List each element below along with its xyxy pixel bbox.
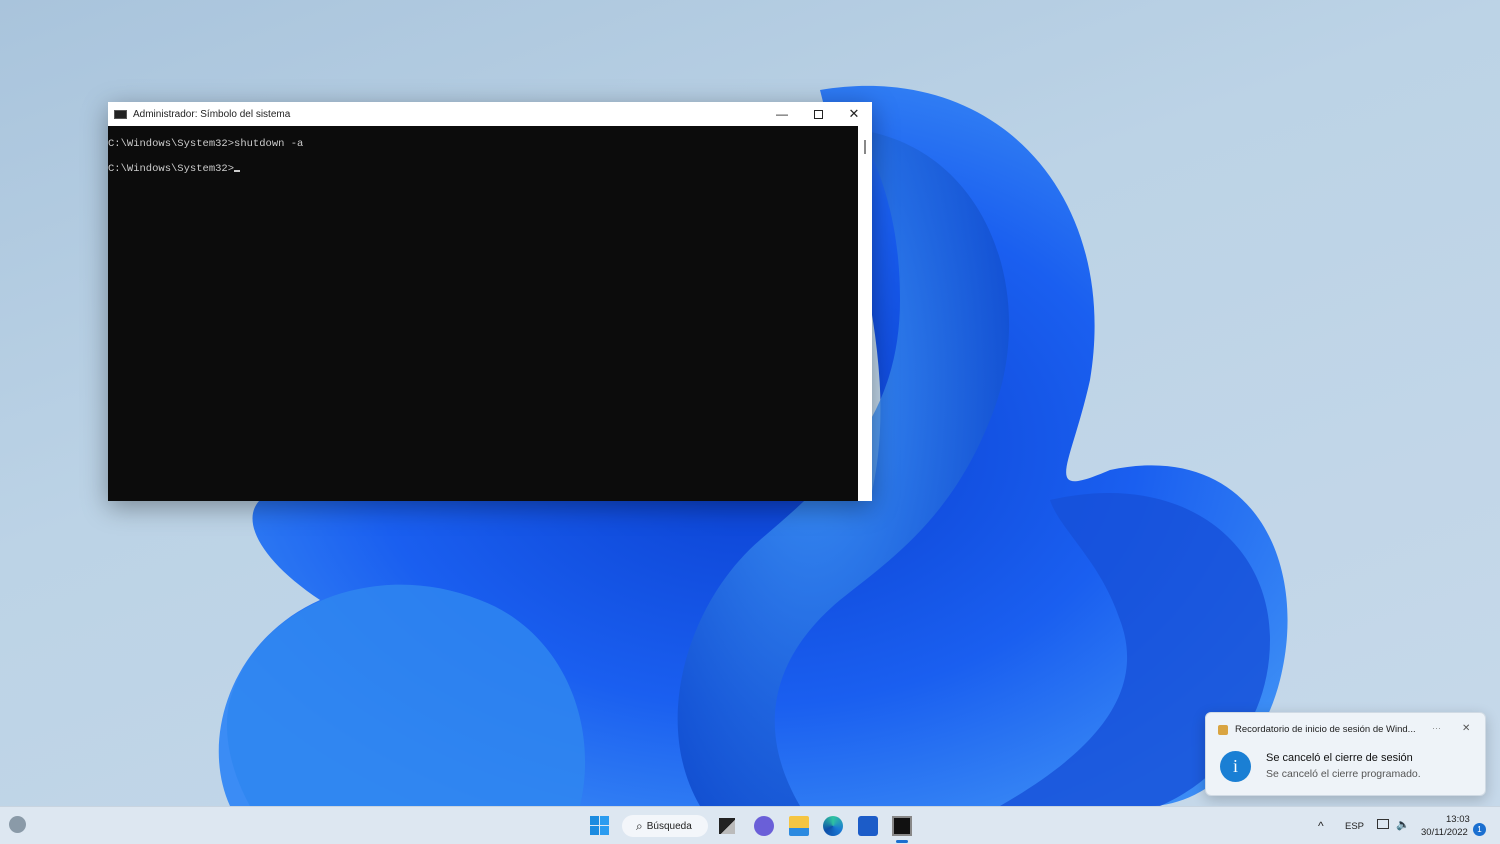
console-prompt: C:\Windows\System32> <box>108 163 235 175</box>
active-app-indicator <box>896 840 908 843</box>
maximize-icon <box>813 109 823 119</box>
search-box[interactable]: ⌕ Búsqueda <box>622 815 708 837</box>
text-cursor <box>234 170 241 172</box>
edge-icon[interactable] <box>823 816 843 836</box>
terminal-icon[interactable] <box>892 816 912 836</box>
clock-date[interactable]: 30/11/2022 <box>1421 827 1468 838</box>
search-icon: ⌕ <box>636 818 643 833</box>
taskbar: ⌕ Búsqueda ^ ESP 🔈 13:03 30/11/2022 1 <box>0 806 1500 844</box>
notification-badge[interactable]: 1 <box>1473 823 1486 836</box>
notification-title: Se canceló el cierre de sesión <box>1266 752 1413 764</box>
console-output[interactable]: C:\Windows\System32>shutdown -a C:\Windo… <box>108 126 858 501</box>
notification-toast[interactable]: Recordatorio de inicio de sesión de Wind… <box>1205 712 1486 796</box>
minimize-icon: — <box>776 107 788 121</box>
widgets-icon[interactable] <box>9 816 26 833</box>
console-line: C:\Windows\System32>shutdown -a <box>108 138 304 150</box>
close-button[interactable]: ✕ <box>836 102 872 126</box>
app-icon <box>1218 725 1228 735</box>
more-options-button[interactable]: ··· <box>1432 723 1441 733</box>
info-icon: i <box>1220 751 1251 782</box>
vertical-scrollbar[interactable] <box>858 126 872 501</box>
maximize-button[interactable] <box>800 102 836 126</box>
cmd-app-icon <box>114 109 127 119</box>
title-bar[interactable]: Administrador: Símbolo del sistema — ✕ <box>108 102 872 126</box>
close-icon: ✕ <box>848 106 860 121</box>
network-icon[interactable] <box>1377 819 1389 829</box>
task-view-icon[interactable] <box>719 818 735 834</box>
minimize-button[interactable]: — <box>764 102 800 126</box>
search-label: Búsqueda <box>646 820 692 832</box>
scrollbar-thumb[interactable] <box>864 140 866 154</box>
notification-body: Se canceló el cierre programado. <box>1266 768 1421 780</box>
close-notification-button[interactable]: ✕ <box>1462 723 1470 734</box>
show-hidden-icons-button[interactable]: ^ <box>1318 819 1324 833</box>
language-indicator[interactable]: ESP <box>1345 821 1364 832</box>
start-button[interactable] <box>590 816 609 835</box>
volume-icon[interactable]: 🔈 <box>1396 818 1410 831</box>
console-prompt-line: C:\Windows\System32> <box>108 163 858 188</box>
file-explorer-icon[interactable] <box>789 816 809 836</box>
store-icon[interactable] <box>858 816 878 836</box>
notification-app-name: Recordatorio de inicio de sesión de Wind… <box>1235 724 1416 735</box>
clock-time[interactable]: 13:03 <box>1446 814 1470 825</box>
teams-chat-icon[interactable] <box>754 816 774 836</box>
command-prompt-window[interactable]: Administrador: Símbolo del sistema — ✕ C… <box>108 102 872 501</box>
window-title: Administrador: Símbolo del sistema <box>133 108 291 120</box>
